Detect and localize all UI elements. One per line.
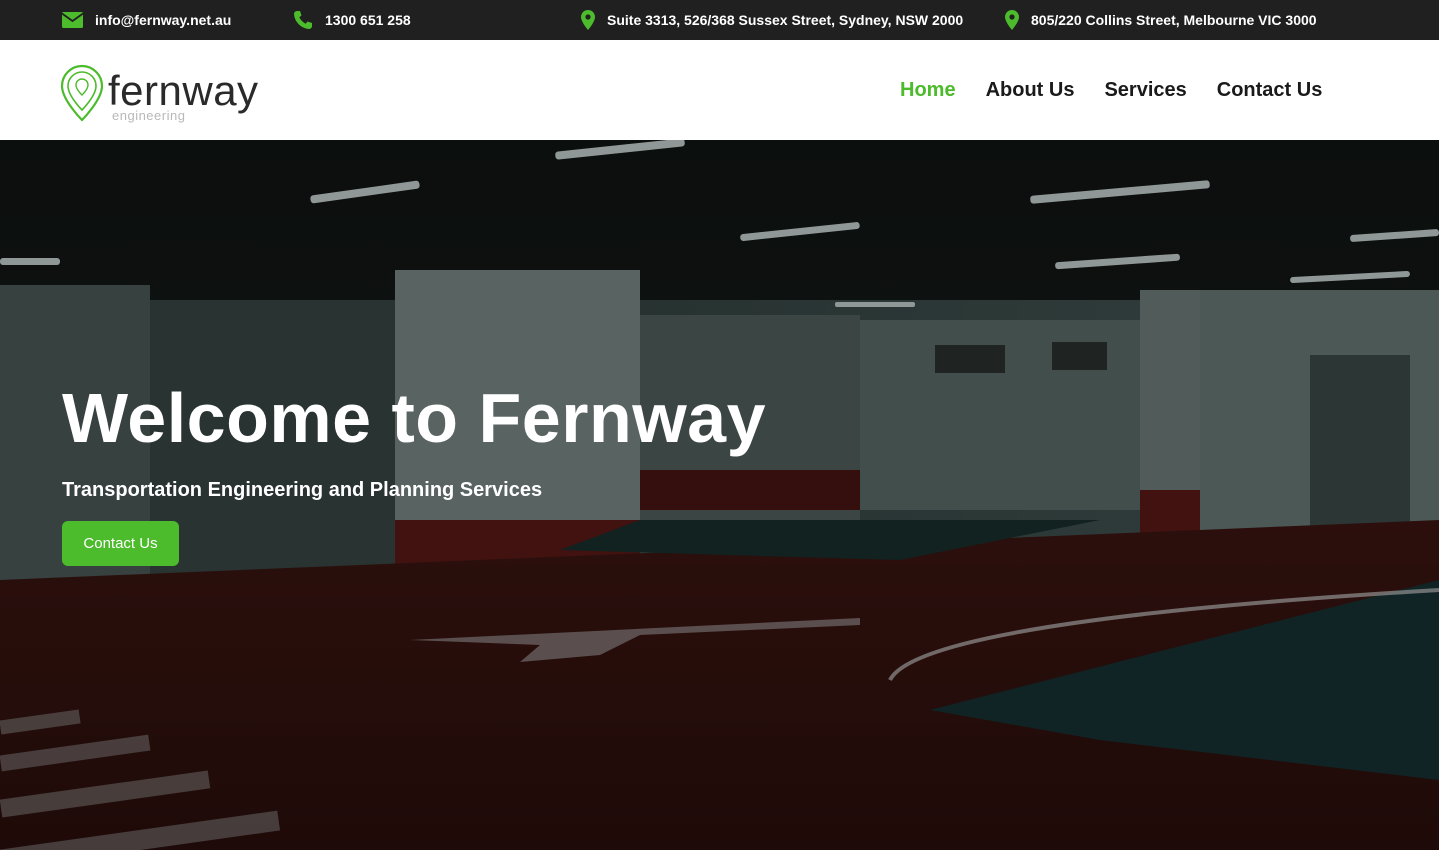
map-pin-icon [1005, 10, 1019, 30]
email-link[interactable]: info@fernway.net.au [62, 0, 231, 40]
phone-text: 1300 651 258 [325, 12, 411, 28]
nav-services[interactable]: Services [1104, 79, 1186, 102]
hero-section: 2339 X Welcome to Fernway Transpo [0, 140, 1439, 850]
map-pin-icon [581, 10, 595, 30]
address-melbourne: 805/220 Collins Street, Melbourne VIC 30… [1005, 0, 1317, 40]
address-sydney-text: Suite 3313, 526/368 Sussex Street, Sydne… [607, 12, 964, 28]
logo-pin-icon [60, 64, 104, 122]
address-melbourne-text: 805/220 Collins Street, Melbourne VIC 30… [1031, 12, 1317, 28]
envelope-icon [62, 12, 83, 28]
site-header: fernway engineering Home About Us Servic… [0, 40, 1439, 140]
nav-about-us[interactable]: About Us [986, 79, 1075, 102]
hero-title: Welcome to Fernway [62, 379, 767, 457]
logo-tagline: engineering [112, 108, 186, 123]
logo-wordmark: fernway [108, 67, 259, 114]
top-contact-bar: info@fernway.net.au 1300 651 258 Suite 3… [0, 0, 1439, 40]
phone-icon [294, 11, 312, 29]
email-text: info@fernway.net.au [95, 12, 232, 28]
hero-contact-button[interactable]: Contact Us [62, 521, 179, 566]
nav-home[interactable]: Home [900, 79, 956, 102]
hero-subtitle: Transportation Engineering and Planning … [62, 479, 543, 501]
nav-contact-us[interactable]: Contact Us [1217, 79, 1323, 102]
fernway-logo[interactable]: fernway engineering [60, 64, 280, 124]
address-sydney: Suite 3313, 526/368 Sussex Street, Sydne… [581, 0, 963, 40]
main-nav: Home About Us Services Contact Us [870, 40, 1322, 140]
phone-link[interactable]: 1300 651 258 [293, 0, 411, 40]
